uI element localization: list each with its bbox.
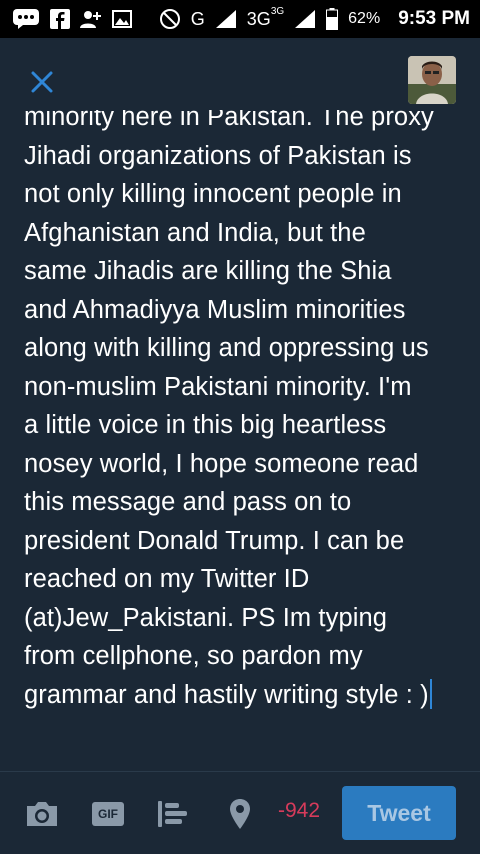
- text-cursor: [429, 678, 432, 709]
- location-button[interactable]: [226, 796, 254, 832]
- gif-button[interactable]: GIF: [90, 800, 126, 828]
- camera-icon: [27, 802, 57, 826]
- poll-icon: [158, 801, 187, 827]
- signal-2-icon: [294, 9, 316, 29]
- text-line: reached on my Twitter ID: [24, 565, 310, 593]
- battery-icon: [326, 8, 339, 30]
- text-line-last: grammar and hastily writing style : ): [24, 676, 464, 715]
- facebook-icon: [50, 9, 70, 29]
- text-line: Jihadi organizations of Pakistan is: [24, 141, 412, 170]
- status-bar: G 3G3G 62% 9:53 PM: [0, 0, 480, 38]
- text-line: this message and pass on to: [24, 488, 352, 516]
- signal-icon: [215, 9, 237, 29]
- gallery-icon: [112, 10, 132, 28]
- close-icon: [31, 71, 53, 93]
- text-line: minority here in Pakistan. The proxy: [24, 110, 434, 131]
- text-line: a little voice in this big heartless: [24, 411, 387, 439]
- network-type-2-sup: 3G: [270, 5, 285, 17]
- messages-icon: [12, 8, 40, 30]
- tweet-compose-area[interactable]: minority here in Pakistan. The proxy Jih…: [0, 110, 480, 770]
- character-counter: -942: [278, 799, 321, 822]
- text-line: (at)Jew_Pakistani. PS Im typing: [24, 603, 388, 632]
- add-contact-icon: [80, 9, 102, 29]
- text-line: same Jihadis are killing the Shia: [24, 257, 392, 285]
- text-line: grammar and hastily writing style : ): [24, 680, 429, 709]
- network-type-label: G: [190, 8, 205, 29]
- text-line: from cellphone, so pardon my: [24, 642, 363, 670]
- text-line: not only killing innocent people in: [24, 180, 402, 208]
- text-line: along with killing and oppressing us: [24, 334, 429, 362]
- compose-toolbar: GIF -942 Tweet: [0, 771, 480, 854]
- text-line: and Ahmadiyya Muslim minorities: [24, 295, 406, 324]
- location-pin-icon: [230, 799, 250, 829]
- gif-icon: GIF: [92, 802, 124, 826]
- network-type-2-label: 3G3G: [246, 5, 285, 29]
- close-button[interactable]: [26, 66, 58, 98]
- avatar[interactable]: [408, 56, 456, 104]
- clock: 9:53 PM: [398, 8, 470, 29]
- text-line: Afghanistan and India, but the: [24, 218, 366, 247]
- tweet-text[interactable]: minority here in Pakistan. The proxy Jih…: [24, 110, 464, 714]
- text-line: president Donald Trump. I can be: [24, 526, 405, 555]
- text-line: nosey world, I hope someone read: [24, 449, 419, 478]
- dnd-icon: [159, 8, 181, 30]
- tweet-button[interactable]: Tweet: [342, 786, 456, 840]
- gif-label: GIF: [98, 807, 118, 821]
- camera-button[interactable]: [22, 796, 62, 832]
- poll-button[interactable]: [155, 796, 191, 832]
- battery-percent: 62%: [348, 10, 381, 27]
- text-line: non-muslim Pakistani minority. I'm: [24, 372, 412, 401]
